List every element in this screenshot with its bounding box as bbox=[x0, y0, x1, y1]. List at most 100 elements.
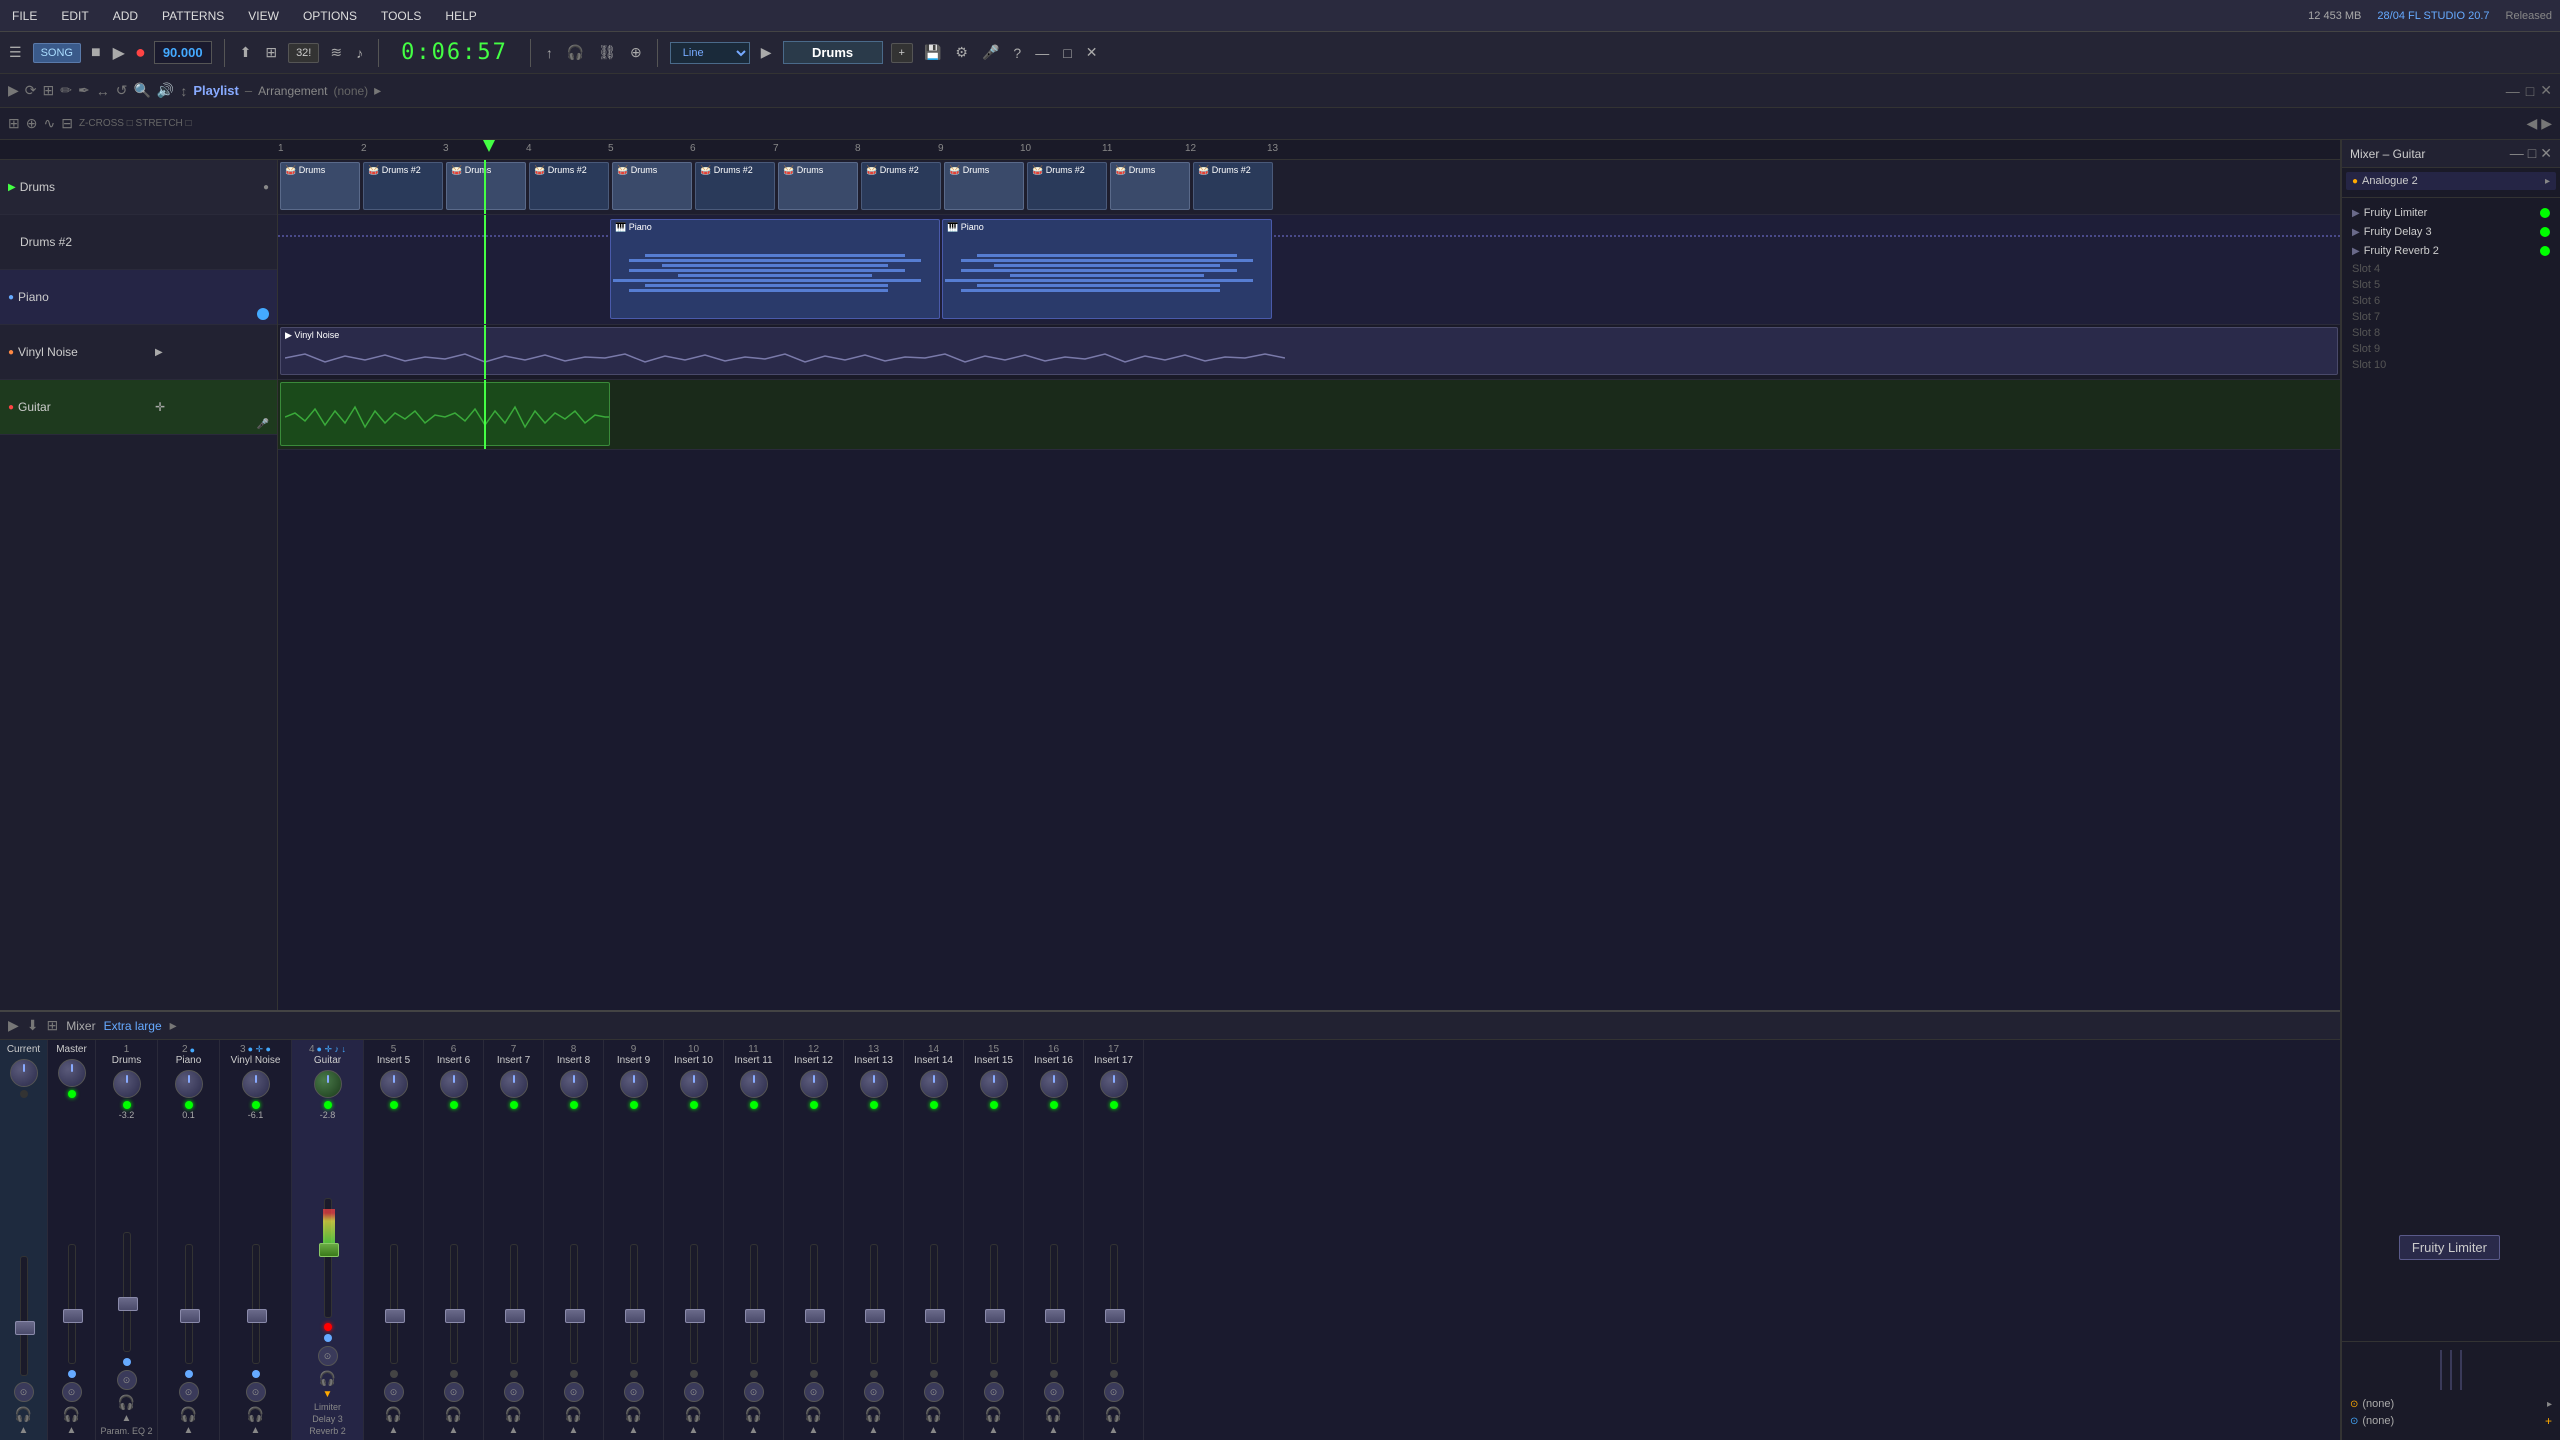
pattern-icon[interactable]: ⬆ bbox=[240, 44, 252, 61]
piano-icon[interactable]: ♪ bbox=[356, 45, 363, 61]
record-btn[interactable]: ● bbox=[135, 42, 146, 63]
fader-handle-ch7[interactable] bbox=[505, 1309, 525, 1323]
headphone-master[interactable]: 🎧 bbox=[63, 1406, 80, 1423]
menu-edit[interactable]: EDIT bbox=[57, 7, 92, 25]
select-icon[interactable]: ↔ bbox=[96, 83, 110, 99]
ch7-knob[interactable] bbox=[500, 1070, 528, 1098]
clip-guitar-1[interactable] bbox=[280, 382, 610, 446]
headphone-ch17[interactable]: 🎧 bbox=[1105, 1406, 1122, 1423]
up-btn-ch10[interactable]: ▲ bbox=[689, 1425, 699, 1436]
track-label-piano[interactable]: ● Piano bbox=[0, 270, 277, 325]
tempo-display[interactable]: 90.000 bbox=[154, 41, 212, 64]
arrow-up-icon[interactable]: ↑ bbox=[546, 45, 553, 61]
plugin-fruity-delay[interactable]: ▶ Fruity Delay 3 bbox=[2346, 223, 2556, 241]
volume-icon[interactable]: 🔊 bbox=[157, 82, 174, 99]
plugin-analogue2[interactable]: ● Analogue 2 ▸ bbox=[2346, 172, 2556, 190]
mixer-nav-play[interactable]: ▶ bbox=[8, 1017, 19, 1034]
save-icon[interactable]: 💾 bbox=[924, 44, 941, 61]
ch12-knob[interactable] bbox=[800, 1070, 828, 1098]
up-btn-ch16[interactable]: ▲ bbox=[1049, 1425, 1059, 1436]
fader-handle-master[interactable] bbox=[63, 1309, 83, 1323]
up-btn-master[interactable]: ▲ bbox=[67, 1425, 77, 1436]
move-handle[interactable]: ✛ bbox=[155, 400, 165, 414]
routing-btn-ch9[interactable]: ⊙ bbox=[624, 1382, 644, 1402]
close-icon[interactable]: ✕ bbox=[1086, 44, 1098, 61]
menu-icon[interactable]: ☰ bbox=[9, 44, 22, 61]
pattern-btn[interactable]: 32! bbox=[288, 43, 319, 63]
fader-handle-ch4[interactable] bbox=[319, 1243, 339, 1257]
mixer-ch-7[interactable]: 7 Insert 7 ⊙ 🎧 ▲ bbox=[484, 1040, 544, 1440]
help-icon[interactable]: ? bbox=[1013, 45, 1021, 61]
plugin-fruity-reverb[interactable]: ▶ Fruity Reverb 2 bbox=[2346, 242, 2556, 260]
add-channel-btn[interactable]: + bbox=[891, 43, 913, 63]
mixer-ch-1[interactable]: 1 Drums -3.2 ⊙ 🎧 bbox=[96, 1040, 158, 1440]
routing-btn-ch15[interactable]: ⊙ bbox=[984, 1382, 1004, 1402]
headphone-ch4[interactable]: 🎧 bbox=[319, 1370, 336, 1387]
routing-btn-ch6[interactable]: ⊙ bbox=[444, 1382, 464, 1402]
routing-btn-ch17[interactable]: ⊙ bbox=[1104, 1382, 1124, 1402]
menu-add[interactable]: ADD bbox=[109, 7, 142, 25]
headphone-ch3[interactable]: 🎧 bbox=[247, 1406, 264, 1423]
routing-btn-master[interactable]: ⊙ bbox=[62, 1382, 82, 1402]
mixer-ch-17[interactable]: 17 Insert 17 ⊙ 🎧 ▲ bbox=[1084, 1040, 1144, 1440]
fader-handle-ch11[interactable] bbox=[745, 1309, 765, 1323]
slot-9[interactable]: Slot 9 bbox=[2346, 341, 2556, 357]
up-btn-ch7[interactable]: ▲ bbox=[509, 1425, 519, 1436]
playlist-icon[interactable]: ▶ bbox=[8, 82, 19, 99]
clip-drums2-2[interactable]: 🥁 Drums #2 bbox=[529, 162, 609, 210]
expand-icon[interactable]: ▸ bbox=[374, 82, 381, 99]
fader-handle-ch12[interactable] bbox=[805, 1309, 825, 1323]
headphone-ch9[interactable]: 🎧 bbox=[625, 1406, 642, 1423]
headphone-ch12[interactable]: 🎧 bbox=[805, 1406, 822, 1423]
headphone-current[interactable]: 🎧 bbox=[15, 1406, 32, 1423]
up-btn-ch9[interactable]: ▲ bbox=[629, 1425, 639, 1436]
headphone-ch10[interactable]: 🎧 bbox=[685, 1406, 702, 1423]
slot-8[interactable]: Slot 8 bbox=[2346, 325, 2556, 341]
scroll-right[interactable]: ▶ bbox=[2541, 115, 2552, 132]
headphone-ch11[interactable]: 🎧 bbox=[745, 1406, 762, 1423]
drum-icon[interactable]: ⊕ bbox=[630, 44, 642, 61]
plugin-arrow-btn[interactable]: ▸ bbox=[2545, 176, 2550, 187]
fader-handle-ch10[interactable] bbox=[685, 1309, 705, 1323]
mixer-ch-12[interactable]: 12 Insert 12 ⊙ 🎧 ▲ bbox=[784, 1040, 844, 1440]
waveform-icon[interactable]: ≋ bbox=[330, 44, 342, 61]
up-btn-ch2[interactable]: ▲ bbox=[184, 1425, 194, 1436]
piano-grid-icon[interactable]: ⊟ bbox=[61, 115, 73, 132]
mixer-ch-master[interactable]: Master ⊙ 🎧 ▲ bbox=[48, 1040, 96, 1440]
clip-drums-5[interactable]: 🥁 Drums bbox=[944, 162, 1024, 210]
playlist-loop-icon[interactable]: ⟳ bbox=[25, 82, 37, 99]
mixer-ch-15[interactable]: 15 Insert 15 ⊙ 🎧 ▲ bbox=[964, 1040, 1024, 1440]
mixer-icon[interactable]: ⊞ bbox=[265, 44, 277, 61]
routing-btn-ch1[interactable]: ⊙ bbox=[117, 1370, 137, 1390]
up-btn-ch12[interactable]: ▲ bbox=[809, 1425, 819, 1436]
x-icon[interactable]: ✕ bbox=[2540, 82, 2552, 99]
draw-tool[interactable]: ✏ bbox=[60, 82, 72, 99]
scroll-icon[interactable]: ↕ bbox=[180, 83, 187, 99]
mixer-size-label[interactable]: Extra large bbox=[104, 1019, 162, 1033]
track-label-vinyl[interactable]: ● Vinyl Noise ▶ bbox=[0, 325, 277, 380]
fader-handle-ch6[interactable] bbox=[445, 1309, 465, 1323]
max-icon[interactable]: □ bbox=[2526, 83, 2534, 99]
clip-drums2-6[interactable]: 🥁 Drums #2 bbox=[1193, 162, 1273, 210]
arrangement-btn[interactable]: Arrangement bbox=[258, 84, 327, 98]
zoom-icon[interactable]: 🔍 bbox=[133, 82, 150, 99]
headphone-ch6[interactable]: 🎧 bbox=[445, 1406, 462, 1423]
headphone-ch2[interactable]: 🎧 bbox=[180, 1406, 197, 1423]
up-btn-ch5[interactable]: ▲ bbox=[389, 1425, 399, 1436]
headphone-ch16[interactable]: 🎧 bbox=[1045, 1406, 1062, 1423]
up-btn-ch14[interactable]: ▲ bbox=[929, 1425, 939, 1436]
clip-drums-3[interactable]: 🥁 Drums bbox=[612, 162, 692, 210]
menu-help[interactable]: HELP bbox=[441, 7, 480, 25]
ch1-knob[interactable] bbox=[113, 1070, 141, 1098]
fader-handle-ch15[interactable] bbox=[985, 1309, 1005, 1323]
mixer-ch-10[interactable]: 10 Insert 10 ⊙ 🎧 ▲ bbox=[664, 1040, 724, 1440]
routing-btn-current[interactable]: ⊙ bbox=[14, 1382, 34, 1402]
fader-handle-ch9[interactable] bbox=[625, 1309, 645, 1323]
mixer-ch-2[interactable]: 2 ● Piano 0.1 ⊙ bbox=[158, 1040, 220, 1440]
clip-piano-2[interactable]: 🎹 Piano bbox=[942, 219, 1272, 319]
mixer-ch-4[interactable]: 4 ● ✛ ♪ ↓ Guitar -2.8 bbox=[292, 1040, 364, 1440]
fader-handle-ch13[interactable] bbox=[865, 1309, 885, 1323]
routing-btn-ch16[interactable]: ⊙ bbox=[1044, 1382, 1064, 1402]
ch6-knob[interactable] bbox=[440, 1070, 468, 1098]
up-btn-current[interactable]: ▲ bbox=[19, 1425, 29, 1436]
